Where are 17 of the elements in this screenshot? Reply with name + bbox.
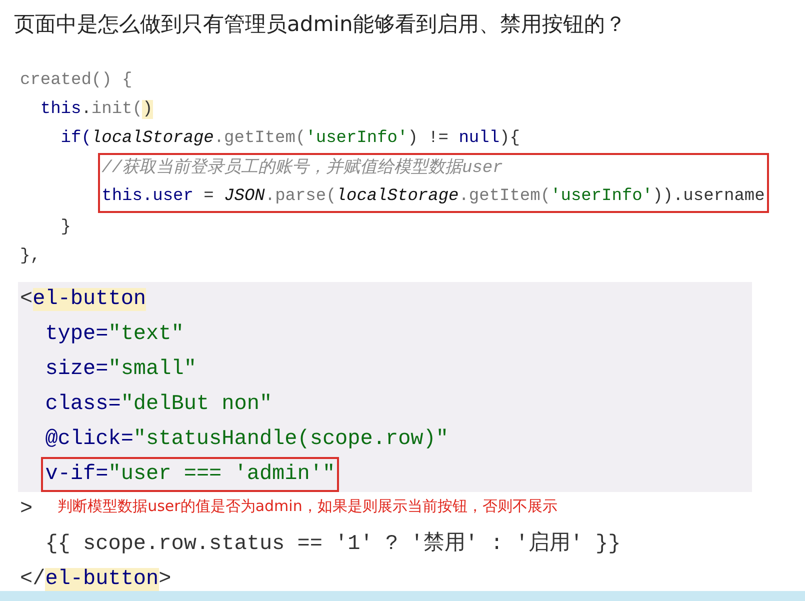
- code-line: if(localStorage.getItem('userInfo') != null){: [60, 128, 520, 150]
- code-line: }: [60, 217, 72, 239]
- code-line: <el-button: [20, 287, 146, 313]
- code-line: >: [20, 497, 33, 523]
- annotation-text: 判断模型数据user的值是否为admin，如果是则展示当前按钮，否则不展示: [58, 497, 558, 516]
- code-line: created() {: [20, 70, 132, 92]
- code-line: size="small": [44, 357, 196, 383]
- code-line: v-if="user === 'admin'": [45, 462, 336, 488]
- code-line: this.user = JSON.parse(localStorage.getItem('userInfo')).username: [102, 186, 765, 208]
- code-line: @click="statusHandle(scope.row)": [44, 427, 448, 453]
- code-line: //获取当前登录员工的账号，并赋值给模型数据user: [102, 156, 504, 180]
- code-line: },: [20, 246, 40, 268]
- code-line: class="delBut non": [44, 392, 272, 418]
- code-line: {{ scope.row.status == '1' ? '禁用' : '启用' }}: [44, 530, 621, 558]
- code-line: this.init(): [39, 99, 153, 121]
- code-line: type="text": [44, 322, 184, 348]
- question-title: 页面中是怎么做到只有管理员admin能够看到启用、禁用按钮的？: [13, 11, 627, 38]
